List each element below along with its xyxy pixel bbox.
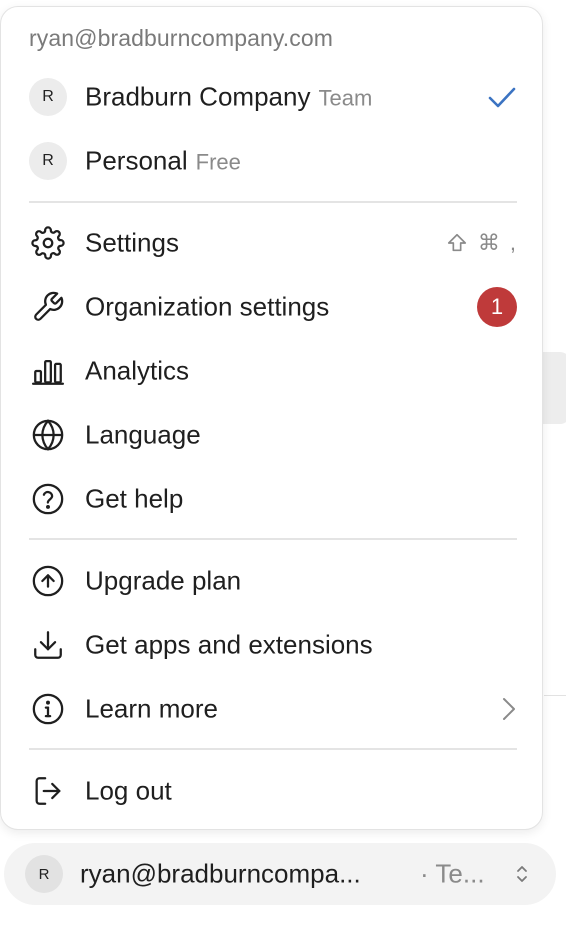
chevron-up-down-icon: [517, 866, 527, 882]
account-bar-plan: · Te...: [420, 858, 485, 889]
keyboard-shortcut: ⌘ ,: [446, 230, 516, 256]
bar-chart-icon: [30, 353, 66, 389]
menu-item-label: Get help: [85, 483, 184, 514]
menu-item-analytics[interactable]: Analytics: [1, 343, 542, 399]
notification-badge: 1: [477, 287, 517, 327]
avatar: R: [25, 855, 63, 893]
menu-item-label: Settings: [85, 227, 179, 258]
menu-item-label: Organization settings: [85, 291, 330, 322]
workspace-item-personal[interactable]: R Personal Free: [1, 133, 542, 189]
globe-icon: [30, 417, 66, 453]
workspace-label: Bradburn Company Team: [85, 82, 372, 113]
workspace-name: Bradburn Company: [85, 81, 311, 112]
menu-item-get-apps[interactable]: Get apps and extensions: [1, 617, 542, 673]
workspace-plan: Free: [195, 149, 241, 175]
menu-item-label: Learn more: [85, 693, 218, 724]
menu-item-get-help[interactable]: Get help: [1, 471, 542, 527]
comma-key: ,: [509, 230, 516, 255]
checkmark-icon: [488, 87, 516, 108]
command-key: ⌘: [477, 230, 500, 255]
menu-divider: [29, 748, 517, 750]
arrow-up-circle-icon: [30, 563, 66, 599]
avatar: R: [29, 78, 67, 116]
gear-icon: [30, 225, 66, 261]
workspace-name: Personal: [85, 145, 188, 176]
menu-item-learn-more[interactable]: Learn more: [1, 681, 542, 737]
shift-icon: [447, 233, 466, 252]
menu-item-label: Language: [85, 419, 201, 450]
account-switcher-button[interactable]: R ryan@bradburncompa... · Te...: [4, 843, 556, 905]
account-menu: ryan@bradburncompany.com R Bradburn Comp…: [0, 6, 543, 830]
menu-item-organization-settings[interactable]: Organization settings 1: [1, 279, 542, 335]
logout-icon: [30, 773, 66, 809]
workspace-label: Personal Free: [85, 146, 241, 177]
info-circle-icon: [30, 691, 66, 727]
menu-item-label: Analytics: [85, 355, 190, 386]
background-divider: [544, 695, 566, 696]
chevron-right-icon: [503, 698, 515, 720]
workspace-plan: Team: [318, 85, 373, 111]
menu-divider: [29, 538, 517, 540]
download-icon: [30, 627, 66, 663]
account-email-header: ryan@bradburncompany.com: [29, 25, 334, 51]
menu-item-label: Get apps and extensions: [85, 629, 373, 660]
menu-item-language[interactable]: Language: [1, 407, 542, 463]
workspace-item-bradburn[interactable]: R Bradburn Company Team: [1, 69, 542, 125]
menu-item-upgrade-plan[interactable]: Upgrade plan: [1, 553, 542, 609]
menu-item-log-out[interactable]: Log out: [1, 763, 542, 819]
wrench-icon: [30, 289, 66, 325]
account-bar-email: ryan@bradburncompa...: [80, 858, 361, 889]
avatar: R: [29, 142, 67, 180]
menu-item-settings[interactable]: Settings ⌘ ,: [1, 215, 542, 271]
menu-item-label: Upgrade plan: [85, 565, 242, 596]
menu-divider: [29, 201, 517, 203]
menu-item-label: Log out: [85, 775, 172, 806]
help-circle-icon: [30, 481, 66, 517]
